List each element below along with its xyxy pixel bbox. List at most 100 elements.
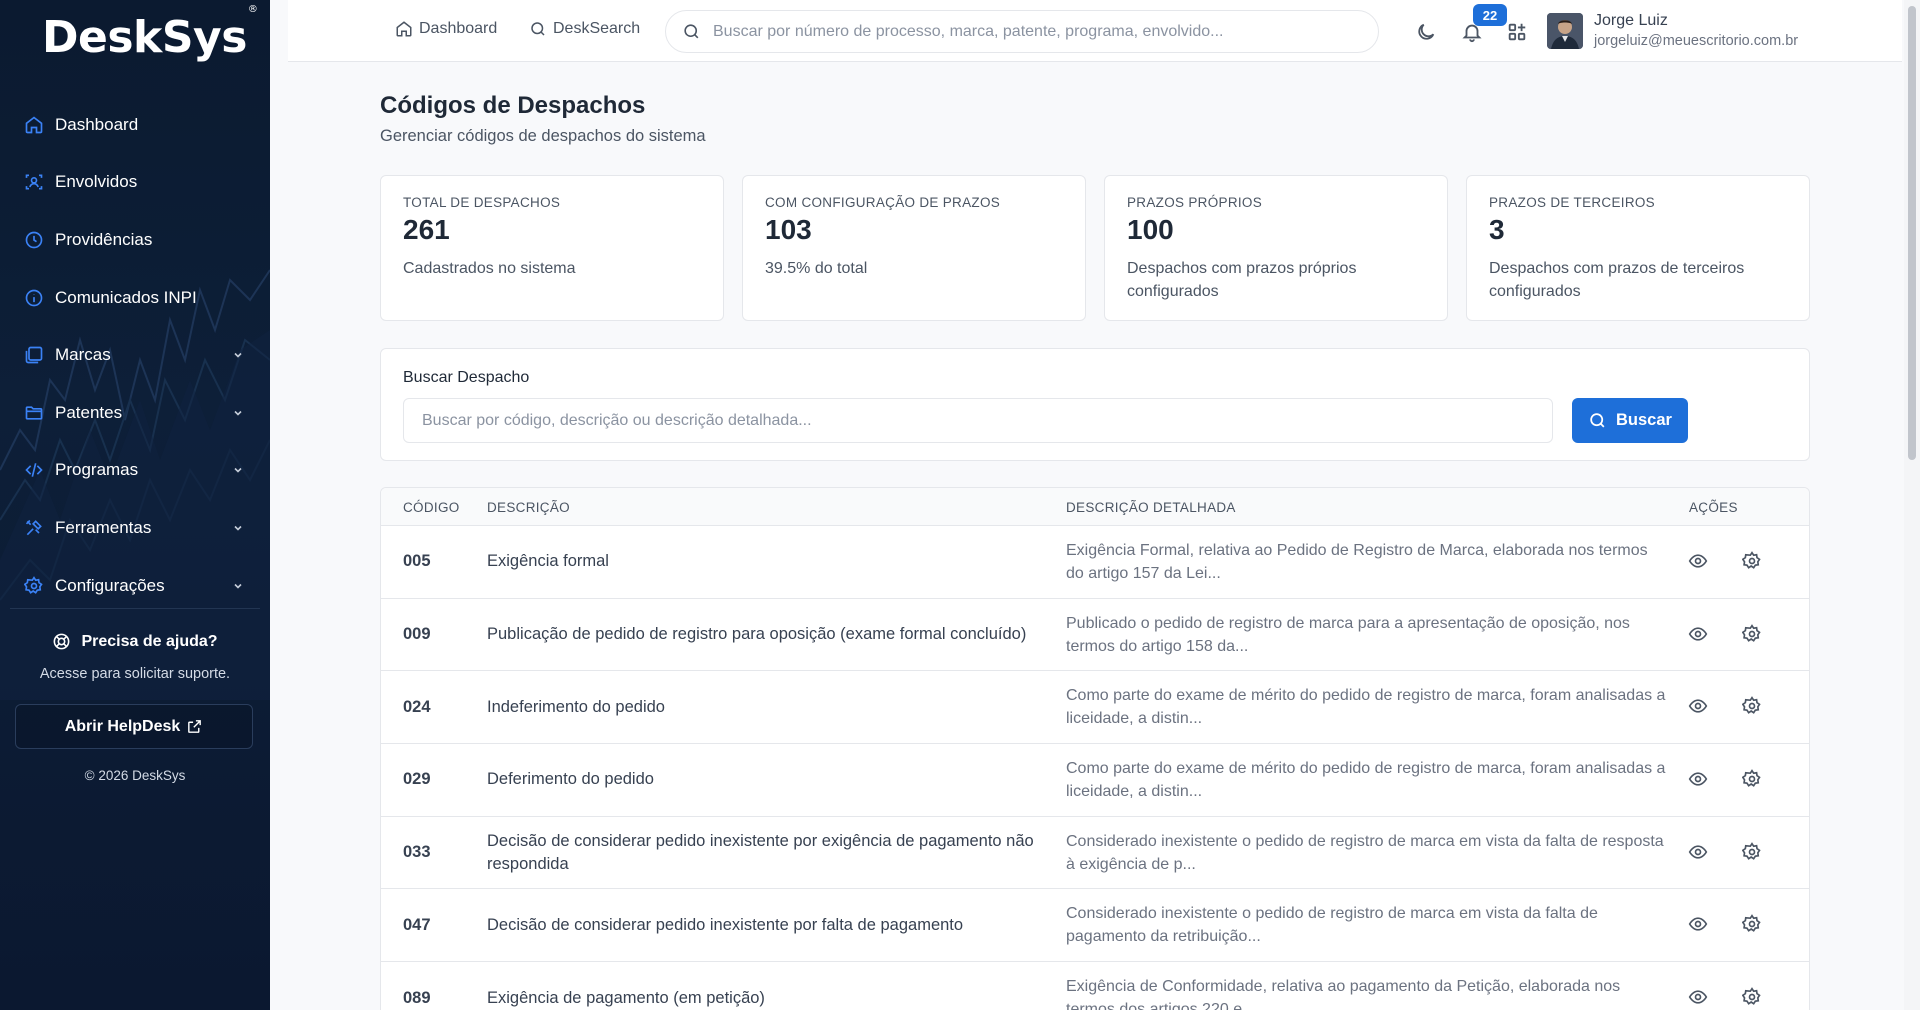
row-description: Deferimento do pedido — [487, 744, 1057, 816]
column-header-description[interactable]: DESCRIÇÃO — [487, 500, 570, 515]
sidebar-divider — [10, 608, 260, 609]
table-row[interactable]: 024 Indeferimento do pedido Como parte do … — [381, 671, 1809, 745]
eye-icon — [1688, 626, 1708, 648]
global-search[interactable] — [665, 10, 1379, 53]
row-detail: Considerado inexistente o pedido de regi… — [1066, 890, 1666, 962]
view-button[interactable] — [1688, 842, 1710, 864]
gear-icon — [1741, 769, 1762, 793]
folder-icon — [24, 403, 44, 423]
table-row[interactable]: 005 Exigência formal Exigência Formal, rel… — [381, 526, 1809, 599]
sidebar-nav: Dashboard Envolvidos Providências Comuni… — [0, 96, 270, 614]
user-name: Jorge Luiz — [1594, 12, 1668, 29]
sidebar-item-dashboard[interactable]: Dashboard — [0, 96, 270, 154]
stat-value: 100 — [1127, 214, 1174, 245]
sidebar-item-ferramentas[interactable]: Ferramentas — [0, 499, 270, 557]
apps-button[interactable] — [1505, 20, 1529, 44]
settings-button[interactable] — [1741, 696, 1764, 720]
sidebar-item-label: Configurações — [55, 575, 165, 595]
topbar-link-desksearch[interactable]: DeskSearch — [529, 20, 640, 38]
row-detail-text: Como parte do exame de mérito do pedido … — [1066, 687, 1666, 728]
page-subtitle: Gerenciar códigos de despachos do sistem… — [380, 127, 706, 145]
help-title-text: Precisa de ajuda? — [81, 632, 218, 650]
sidebar-item-envolvidos[interactable]: Envolvidos — [0, 154, 270, 212]
global-search-input[interactable] — [713, 22, 1353, 41]
sidebar-item-label: Patentes — [55, 402, 123, 422]
table-row[interactable]: 033 Decisão de considerar pedido inexiste… — [381, 817, 1809, 890]
view-button[interactable] — [1688, 551, 1710, 573]
row-code: 005 — [403, 552, 431, 571]
view-button[interactable] — [1688, 624, 1710, 646]
row-detail: Como parte do exame de mérito do pedido … — [1066, 744, 1666, 816]
eye-icon — [1688, 554, 1708, 575]
settings-button[interactable] — [1741, 769, 1764, 793]
table-row[interactable]: 047 Decisão de considerar pedido inexiste… — [381, 890, 1809, 963]
stat-card-prazos-proprios: PRAZOS PRÓPRIOS 100 Despachos com prazos… — [1104, 175, 1448, 321]
avatar[interactable] — [1547, 13, 1583, 49]
topbar-link-dashboard[interactable]: Dashboard — [395, 20, 497, 38]
search-despacho-card: Buscar Despacho Buscar — [380, 348, 1810, 461]
row-description: Decisão de considerar pedido inexistente… — [487, 890, 1057, 962]
sidebar-item-configuracoes[interactable]: Configurações — [0, 557, 270, 615]
open-helpdesk-label: Abrir HelpDesk — [64, 717, 181, 735]
sidebar-item-label: Comunicados INPI — [55, 287, 197, 307]
stat-description: 39.5% do total — [765, 260, 868, 277]
row-detail: Exigência de Conformidade, relativa ao p… — [1066, 962, 1666, 1010]
sidebar-item-patentes[interactable]: Patentes — [0, 384, 270, 442]
stat-card-total: TOTAL DE DESPACHOS 261 Cadastrados no si… — [380, 175, 724, 321]
settings-button[interactable] — [1741, 623, 1764, 646]
column-header-code[interactable]: CÓDIGO — [403, 500, 460, 515]
despachos-table: CÓDIGO DESCRIÇÃO DESCRIÇÃO DETALHADA AÇÕ… — [380, 487, 1810, 1010]
eye-icon — [1688, 844, 1708, 866]
home-icon — [24, 115, 44, 135]
copyright: © 2026 DeskSys — [84, 768, 186, 783]
row-code: 089 — [403, 988, 431, 1007]
sidebar-item-label: Dashboard — [55, 114, 139, 134]
row-description-text: Exigência de pagamento (em petição) — [487, 988, 765, 1007]
search-despacho-input[interactable] — [403, 398, 1553, 443]
row-code: 024 — [403, 697, 431, 716]
home-icon — [396, 21, 412, 37]
sidebar-item-marcas[interactable]: Marcas — [0, 326, 270, 384]
row-code: 047 — [403, 915, 431, 934]
settings-button[interactable] — [1741, 841, 1764, 864]
sidebar-item-providencias[interactable]: Providências — [0, 211, 270, 269]
row-description-text: Publicação de pedido de registro para op… — [487, 625, 1027, 644]
theme-toggle-button[interactable] — [1414, 20, 1438, 44]
search-button-label: Buscar — [1616, 411, 1672, 429]
view-button[interactable] — [1688, 914, 1710, 936]
column-header-detail[interactable]: DESCRIÇÃO DETALHADA — [1066, 500, 1236, 515]
gear-icon — [1741, 696, 1762, 720]
table-row[interactable]: 009 Publicação de pedido de registro para… — [381, 599, 1809, 672]
open-helpdesk-button[interactable]: Abrir HelpDesk — [15, 704, 253, 749]
row-description: Decisão de considerar pedido inexistente… — [487, 817, 1057, 889]
chevron-down-icon — [234, 525, 242, 531]
sidebar-item-comunicados-inpi[interactable]: Comunicados INPI — [0, 269, 270, 327]
moon-icon — [1418, 23, 1435, 40]
search-button[interactable]: Buscar — [1572, 398, 1688, 443]
stat-card-prazos-terceiros: PRAZOS DE TERCEIROS 3 Despachos com praz… — [1466, 175, 1810, 321]
brand-logo[interactable]: DeskSys® — [42, 4, 258, 63]
stat-card-config-prazos: COM CONFIGURAÇÃO DE PRAZOS 103 39.5% do … — [742, 175, 1086, 321]
settings-button[interactable] — [1741, 987, 1764, 1009]
row-description-text: Decisão de considerar pedido inexistente… — [487, 915, 964, 934]
view-button[interactable] — [1688, 696, 1710, 718]
chevron-down-icon — [234, 353, 242, 358]
page-scrollbar[interactable] — [1904, 0, 1920, 1010]
row-detail-text: Considerado inexistente o pedido de regi… — [1066, 905, 1598, 946]
row-code: 009 — [403, 625, 431, 644]
scrollbar-thumb[interactable] — [1908, 6, 1916, 460]
gear-icon — [1741, 551, 1762, 575]
table-row[interactable]: 089 Exigência de pagamento (em petição) Ex… — [381, 962, 1809, 1010]
settings-button[interactable] — [1741, 551, 1764, 575]
view-button[interactable] — [1688, 987, 1710, 1009]
view-button[interactable] — [1688, 769, 1710, 791]
sidebar-item-label: Envolvidos — [55, 172, 138, 192]
topbar-link-label: DeskSearch — [553, 20, 641, 37]
eye-icon — [1688, 990, 1708, 1010]
table-row[interactable]: 029 Deferimento do pedido Como parte do ex… — [381, 744, 1809, 817]
settings-button[interactable] — [1741, 914, 1764, 936]
sidebar-item-programas[interactable]: Programas — [0, 442, 270, 500]
info-icon — [24, 288, 44, 308]
notification-count-badge: 22 — [1473, 4, 1507, 26]
row-description: Exigência formal — [487, 526, 1057, 598]
